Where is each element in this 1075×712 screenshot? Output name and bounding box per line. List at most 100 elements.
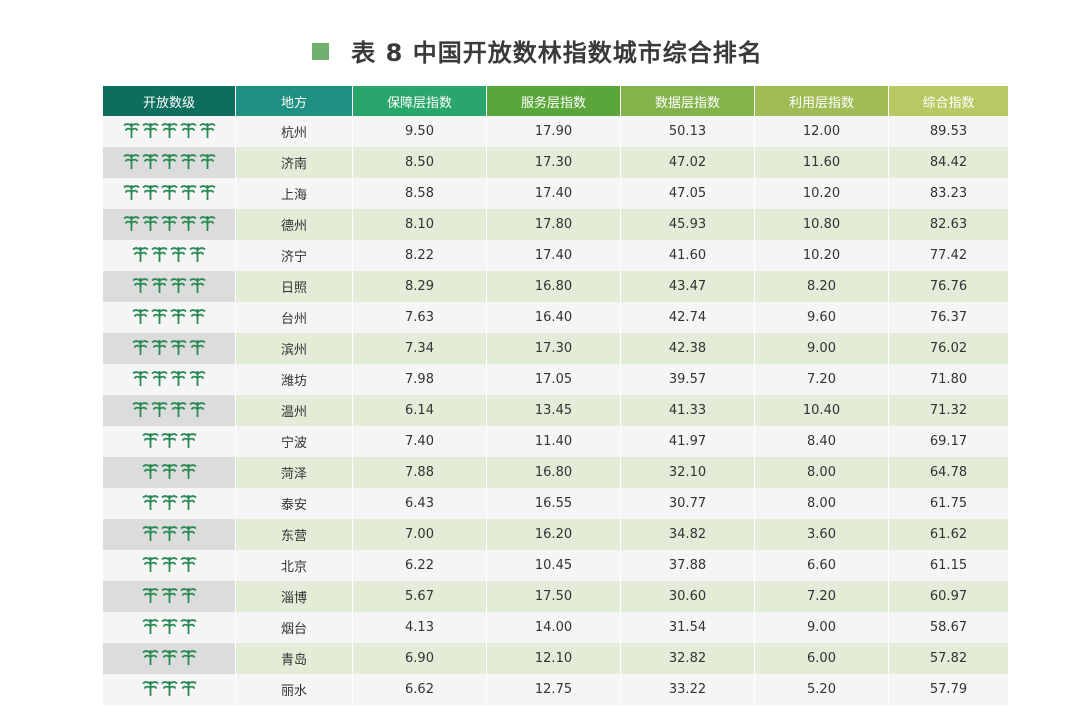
tree-icon	[179, 586, 197, 604]
value-cell: 7.98	[353, 364, 487, 395]
tree-icon	[179, 152, 197, 170]
value-cell: 89.53	[889, 116, 1008, 147]
tree-icon	[160, 586, 178, 604]
value-cell: 11.60	[755, 147, 889, 178]
value-cell: 17.05	[487, 364, 621, 395]
city-cell: 滨州	[236, 333, 353, 364]
tree-icon	[122, 152, 140, 170]
value-cell: 17.40	[487, 240, 621, 271]
column-header: 保障层指数	[353, 86, 487, 116]
open-level-cell	[103, 457, 236, 488]
value-cell: 71.32	[889, 395, 1008, 426]
value-cell: 34.82	[621, 519, 755, 550]
column-header: 服务层指数	[487, 86, 621, 116]
value-cell: 7.20	[755, 581, 889, 612]
table-row: 温州 6.14 13.45 41.33 10.40 71.32	[103, 395, 1008, 426]
tree-icon	[160, 183, 178, 201]
value-cell: 13.45	[487, 395, 621, 426]
value-cell: 16.40	[487, 302, 621, 333]
table-row: 东营 7.00 16.20 34.82 3.60 61.62	[103, 519, 1008, 550]
value-cell: 17.50	[487, 581, 621, 612]
table-body: 杭州 9.50 17.90 50.13 12.00 89.53 济南 8.50 17.30 47.…	[103, 116, 1008, 705]
tree-icon	[170, 400, 187, 418]
value-cell: 8.58	[353, 178, 487, 209]
open-level-cell	[103, 395, 236, 426]
value-cell: 45.93	[621, 209, 755, 240]
tree-icon	[132, 245, 149, 263]
value-cell: 16.80	[487, 457, 621, 488]
city-cell: 温州	[236, 395, 353, 426]
value-cell: 11.40	[487, 426, 621, 457]
value-cell: 5.67	[353, 581, 487, 612]
city-cell: 济宁	[236, 240, 353, 271]
city-cell: 日照	[236, 271, 353, 302]
value-cell: 33.22	[621, 674, 755, 705]
tree-icon	[141, 648, 159, 666]
value-cell: 9.00	[755, 612, 889, 643]
open-level-cell	[103, 364, 236, 395]
value-cell: 64.78	[889, 457, 1008, 488]
tree-icon	[198, 152, 216, 170]
tree-icon	[160, 555, 178, 573]
value-cell: 17.80	[487, 209, 621, 240]
city-cell: 宁波	[236, 426, 353, 457]
value-cell: 7.20	[755, 364, 889, 395]
table-row: 潍坊 7.98 17.05 39.57 7.20 71.80	[103, 364, 1008, 395]
tree-icon	[160, 648, 178, 666]
tree-icon	[160, 152, 178, 170]
value-cell: 61.15	[889, 550, 1008, 581]
value-cell: 6.22	[353, 550, 487, 581]
tree-icon	[141, 524, 159, 542]
table-row: 德州 8.10 17.80 45.93 10.80 82.63	[103, 209, 1008, 240]
value-cell: 43.47	[621, 271, 755, 302]
value-cell: 5.20	[755, 674, 889, 705]
value-cell: 61.75	[889, 488, 1008, 519]
value-cell: 6.43	[353, 488, 487, 519]
value-cell: 9.60	[755, 302, 889, 333]
value-cell: 7.34	[353, 333, 487, 364]
tree-icon	[141, 493, 159, 511]
open-level-cell	[103, 147, 236, 178]
tree-icon	[170, 338, 187, 356]
tree-icon	[198, 183, 216, 201]
tree-icon	[160, 214, 178, 232]
tree-icon	[198, 121, 216, 139]
value-cell: 7.88	[353, 457, 487, 488]
value-cell: 10.80	[755, 209, 889, 240]
city-cell: 菏泽	[236, 457, 353, 488]
value-cell: 76.37	[889, 302, 1008, 333]
open-level-cell	[103, 333, 236, 364]
open-level-cell	[103, 426, 236, 457]
table-row: 济宁 8.22 17.40 41.60 10.20 77.42	[103, 240, 1008, 271]
value-cell: 42.38	[621, 333, 755, 364]
table-row: 淄博 5.67 17.50 30.60 7.20 60.97	[103, 581, 1008, 612]
column-header: 开放数级	[103, 86, 236, 116]
value-cell: 6.90	[353, 643, 487, 674]
value-cell: 8.20	[755, 271, 889, 302]
value-cell: 10.20	[755, 240, 889, 271]
table-row: 济南 8.50 17.30 47.02 11.60 84.42	[103, 147, 1008, 178]
tree-icon	[151, 369, 168, 387]
tree-icon	[141, 586, 159, 604]
column-header: 利用层指数	[755, 86, 889, 116]
value-cell: 8.50	[353, 147, 487, 178]
tree-icon	[170, 307, 187, 325]
city-cell: 台州	[236, 302, 353, 333]
value-cell: 10.20	[755, 178, 889, 209]
value-cell: 17.90	[487, 116, 621, 147]
value-cell: 57.79	[889, 674, 1008, 705]
ranking-table: 开放数级 地方 保障层指数 服务层指数 数据层指数 利用层指数 综合指数 杭州 9.50 17.…	[103, 86, 1008, 705]
open-level-cell	[103, 116, 236, 147]
value-cell: 16.55	[487, 488, 621, 519]
tree-icon	[179, 648, 197, 666]
tree-icon	[151, 245, 168, 263]
value-cell: 6.00	[755, 643, 889, 674]
value-cell: 30.60	[621, 581, 755, 612]
tree-icon	[179, 493, 197, 511]
tree-icon	[141, 121, 159, 139]
city-cell: 济南	[236, 147, 353, 178]
tree-icon	[189, 307, 206, 325]
tree-icon	[179, 555, 197, 573]
table-row: 北京 6.22 10.45 37.88 6.60 61.15	[103, 550, 1008, 581]
value-cell: 31.54	[621, 612, 755, 643]
